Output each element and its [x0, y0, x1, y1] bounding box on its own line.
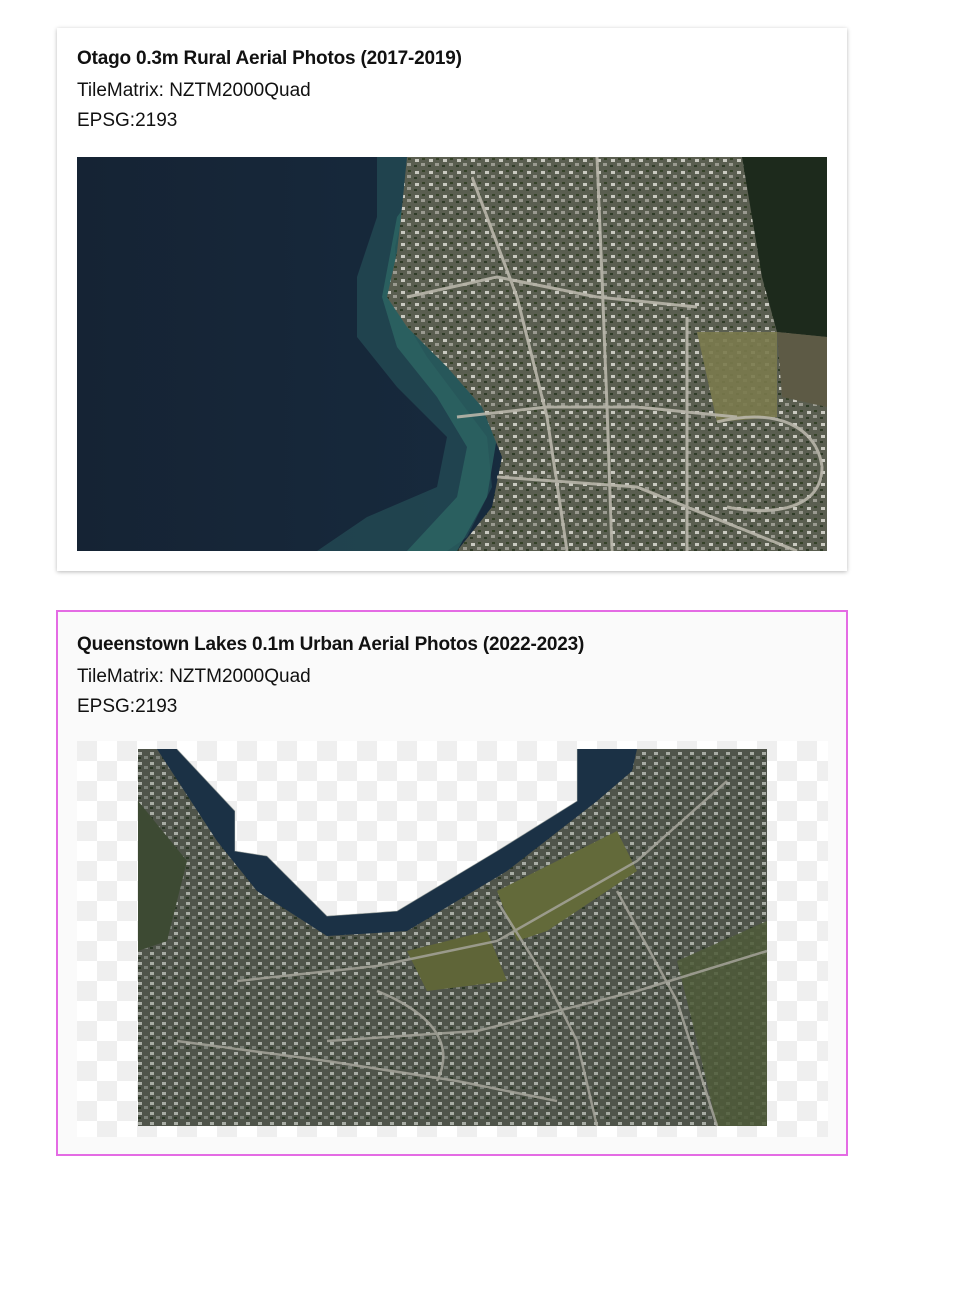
- aerial-preview-image: [77, 741, 828, 1137]
- layer-title: Queenstown Lakes 0.1m Urban Aerial Photo…: [77, 634, 585, 655]
- tile-matrix-label: TileMatrix: NZTM2000Quad: [77, 80, 311, 101]
- epsg-label: EPSG:2193: [77, 110, 178, 131]
- aerial-preview-image: [77, 157, 827, 551]
- tile-matrix-label: TileMatrix: NZTM2000Quad: [77, 666, 311, 687]
- layer-title: Otago 0.3m Rural Aerial Photos (2017-201…: [77, 48, 462, 69]
- epsg-label: EPSG:2193: [77, 696, 178, 717]
- layer-card-otago[interactable]: Otago 0.3m Rural Aerial Photos (2017-201…: [57, 28, 847, 571]
- layer-card-queenstown[interactable]: Queenstown Lakes 0.1m Urban Aerial Photo…: [56, 610, 848, 1156]
